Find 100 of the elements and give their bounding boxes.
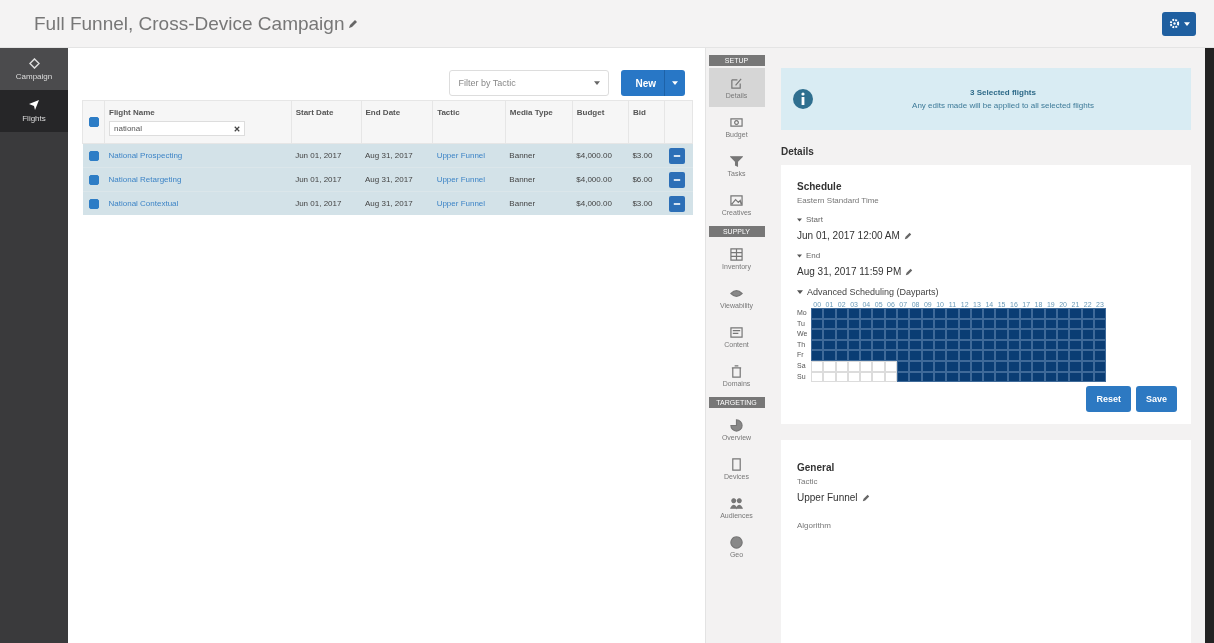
daypart-cell[interactable] [1007, 318, 1021, 330]
caret-icon[interactable] [797, 253, 802, 258]
column-header[interactable]: Tactic [437, 108, 501, 117]
daypart-cell[interactable] [1020, 360, 1033, 372]
daypart-cell[interactable] [933, 360, 947, 372]
daypart-cell[interactable] [835, 318, 848, 330]
daypart-cell[interactable] [1081, 318, 1094, 330]
daypart-cell[interactable] [995, 329, 1008, 340]
daypart-cell[interactable] [970, 339, 984, 351]
daypart-cell[interactable] [921, 350, 934, 361]
daypart-cell[interactable] [1032, 308, 1045, 319]
daypart-cell[interactable] [909, 308, 922, 319]
daypart-cell[interactable] [1007, 350, 1021, 361]
daypart-cell[interactable] [946, 360, 959, 372]
daypart-cell[interactable] [1020, 308, 1033, 319]
daypart-cell[interactable] [884, 308, 898, 319]
daypart-cell[interactable] [970, 360, 984, 372]
daypart-cell[interactable] [970, 350, 984, 361]
daypart-cell[interactable] [946, 339, 959, 351]
daypart-cell[interactable] [811, 318, 824, 330]
daypart-cell[interactable] [995, 308, 1008, 319]
row-checkbox[interactable] [88, 198, 99, 209]
daypart-cell[interactable] [835, 329, 848, 340]
daypart-cell[interactable] [860, 339, 873, 351]
daypart-cell[interactable] [958, 350, 971, 361]
new-button[interactable]: New [621, 70, 685, 96]
daypart-cell[interactable] [1020, 329, 1033, 340]
daypart-cell[interactable] [958, 371, 971, 383]
daypart-cell[interactable] [946, 308, 959, 319]
daypart-cell[interactable] [1069, 329, 1082, 340]
daypart-cell[interactable] [1020, 371, 1033, 383]
pencil-icon[interactable] [861, 493, 870, 502]
daypart-cell[interactable] [1032, 371, 1045, 383]
sidebar-item[interactable]: Campaign [0, 48, 68, 90]
remove-button[interactable] [668, 195, 685, 212]
daypart-cell[interactable] [835, 308, 848, 319]
remove-button[interactable] [668, 171, 685, 188]
daypart-cell[interactable] [958, 329, 971, 340]
daypart-cell[interactable] [983, 371, 996, 383]
daypart-cell[interactable] [1081, 350, 1094, 361]
daypart-cell[interactable] [1007, 360, 1021, 372]
daypart-cell[interactable] [847, 339, 861, 351]
pencil-icon[interactable] [905, 267, 914, 276]
daypart-cell[interactable] [823, 308, 836, 319]
daypart-cell[interactable] [872, 318, 885, 330]
daypart-cell[interactable] [811, 339, 824, 351]
daypart-cell[interactable] [1007, 329, 1021, 340]
daypart-cell[interactable] [1056, 329, 1070, 340]
daypart-cell[interactable] [958, 308, 971, 319]
daypart-cell[interactable] [897, 360, 910, 372]
daypart-cell[interactable] [983, 308, 996, 319]
column-header[interactable]: Bid [632, 108, 660, 117]
caret-icon[interactable] [797, 217, 802, 222]
daypart-cell[interactable] [933, 308, 947, 319]
daypart-cell[interactable] [884, 339, 898, 351]
daypart-cell[interactable] [872, 308, 885, 319]
row-checkbox[interactable] [88, 150, 99, 161]
daypart-cell[interactable] [933, 371, 947, 383]
daypart-cell[interactable] [847, 308, 861, 319]
daypart-cell[interactable] [983, 360, 996, 372]
settings-button[interactable] [1162, 11, 1196, 36]
daypart-cell[interactable] [1069, 318, 1082, 330]
daypart-cell[interactable] [995, 318, 1008, 330]
save-button[interactable]: Save [1135, 386, 1177, 413]
daypart-cell[interactable] [1044, 308, 1057, 319]
daypart-cell[interactable] [835, 350, 848, 361]
daypart-cell[interactable] [1093, 308, 1107, 319]
daypart-cell[interactable] [946, 329, 959, 340]
daypart-cell[interactable] [1093, 329, 1107, 340]
reset-button[interactable]: Reset [1086, 386, 1131, 413]
daypart-cell[interactable] [897, 318, 910, 330]
column-header[interactable]: Budget [576, 108, 624, 117]
daypart-cell[interactable] [1044, 371, 1057, 383]
daypart-cell[interactable] [983, 318, 996, 330]
daypart-cell[interactable] [860, 308, 873, 319]
daypart-cell[interactable] [933, 350, 947, 361]
daypart-cell[interactable] [1032, 329, 1045, 340]
column-header[interactable]: Flight Name [109, 108, 287, 117]
daypart-cell[interactable] [1069, 371, 1082, 383]
daypart-cell[interactable] [835, 339, 848, 351]
daypart-cell[interactable] [860, 318, 873, 330]
daypart-cell[interactable] [1056, 308, 1070, 319]
daypart-cell[interactable] [921, 371, 934, 383]
pencil-icon[interactable] [903, 231, 912, 240]
daypart-cell[interactable] [1081, 360, 1094, 372]
daypart-cell[interactable] [958, 339, 971, 351]
table-link[interactable]: National Retargeting [108, 175, 182, 184]
daypart-cell[interactable] [884, 318, 898, 330]
daypart-cell[interactable] [1007, 339, 1021, 351]
daypart-cell[interactable] [1007, 308, 1021, 319]
daypart-cell[interactable] [823, 329, 836, 340]
daypart-cell[interactable] [1093, 371, 1107, 383]
daypart-cell[interactable] [958, 318, 971, 330]
daypart-cell[interactable] [921, 339, 934, 351]
daypart-cell[interactable] [1032, 339, 1045, 351]
daypart-cell[interactable] [921, 329, 934, 340]
daypart-cell[interactable] [1032, 318, 1045, 330]
daypart-cell[interactable] [1069, 308, 1082, 319]
daypart-cell[interactable] [983, 339, 996, 351]
daypart-cell[interactable] [872, 339, 885, 351]
